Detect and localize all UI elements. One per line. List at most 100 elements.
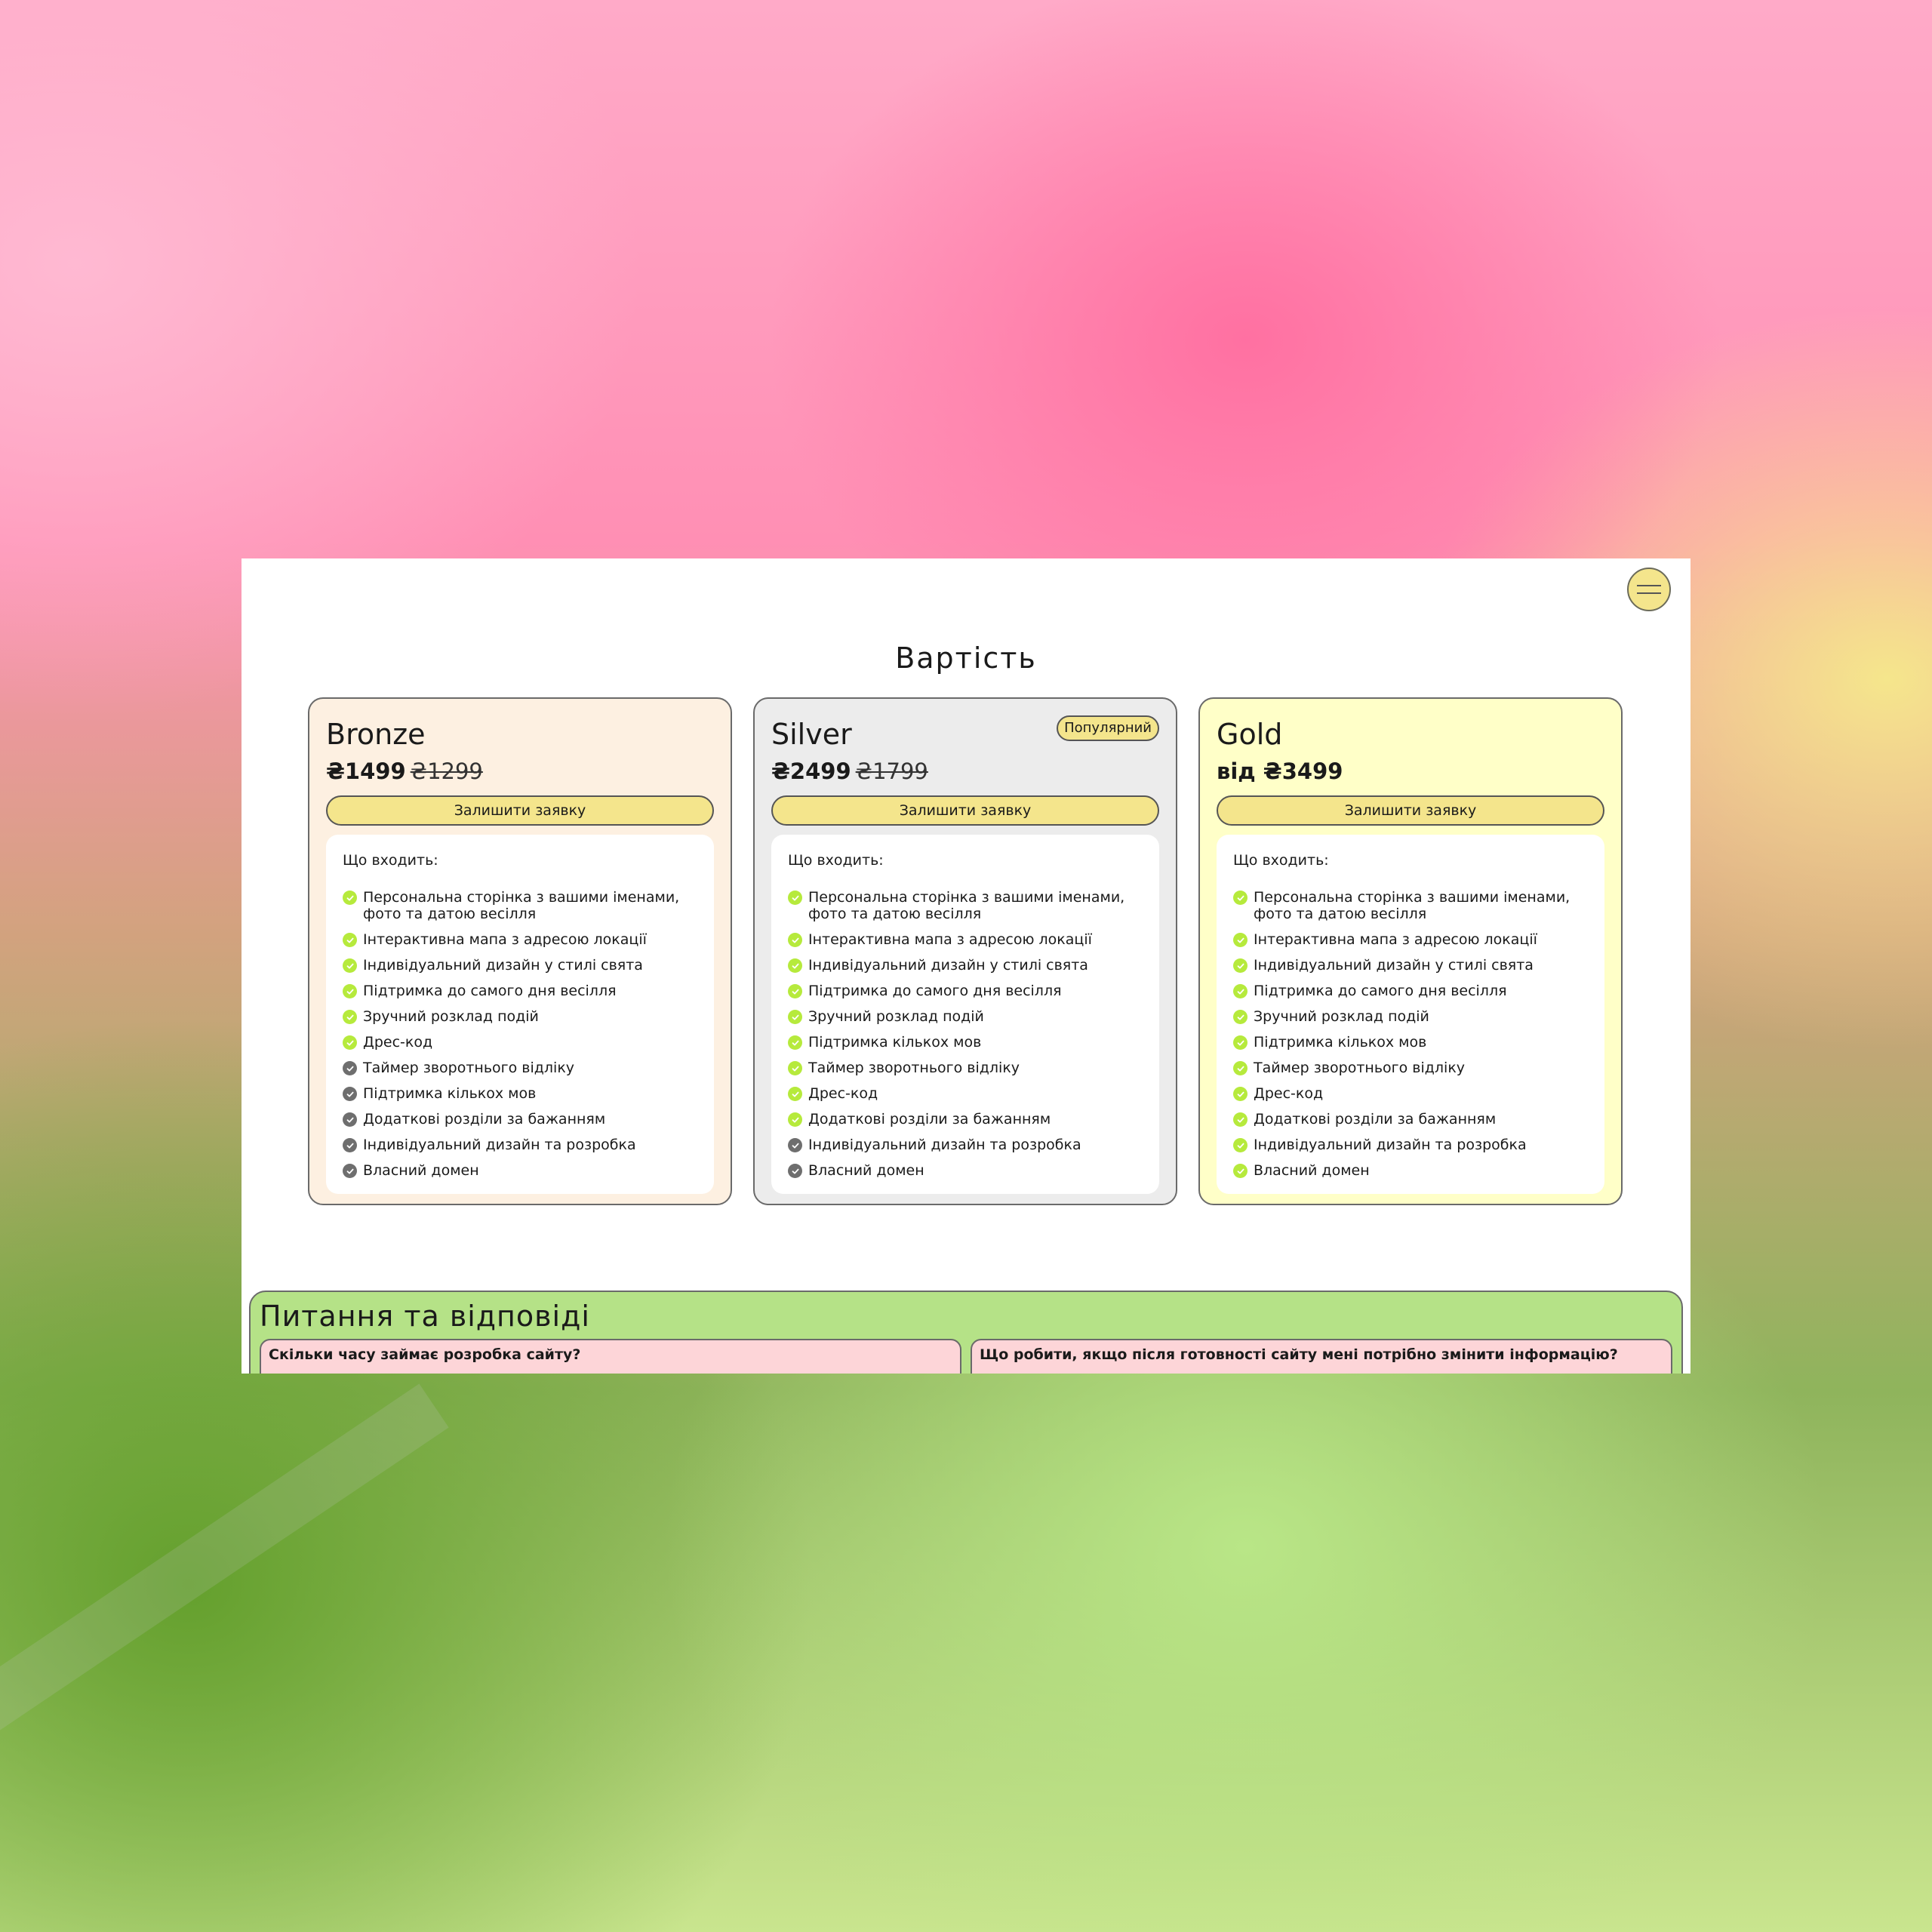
check-included-icon [1233,958,1247,973]
feature-text: Додаткові розділи за бажанням [1254,1111,1497,1128]
feature-item: Інтерактивна мапа з адресою локації [343,931,699,948]
feature-text: Підтримка до самого дня весілля [1254,983,1507,999]
order-button[interactable]: Залишити заявку [326,795,714,826]
check-included-icon [343,984,357,998]
feature-text: Інтерактивна мапа з адресою локації [1254,931,1537,948]
plan-old-price: ₴1799 [855,758,928,784]
check-included-icon [1233,933,1247,947]
menu-button[interactable] [1627,568,1671,611]
feature-item: Додаткові розділи за бажанням [788,1111,1144,1128]
feature-text: Дрес-код [363,1034,433,1051]
feature-text: Власний домен [808,1162,924,1179]
check-included-icon [343,958,357,973]
feature-item: Персональна сторінка з вашими іменами, ф… [788,889,1144,922]
feature-item: Додаткові розділи за бажанням [1233,1111,1589,1128]
feature-text: Підтримка кількох мов [808,1034,982,1051]
feature-item: Дрес-код [343,1034,699,1051]
check-excluded-icon [343,1164,357,1178]
check-excluded-icon [343,1112,357,1127]
feature-text: Індивідуальний дизайн та розробка [808,1137,1081,1153]
check-included-icon [1233,891,1247,905]
feature-item: Таймер зворотнього відліку [343,1060,699,1076]
features-box: Що входить: Персональна сторінка з вашими… [771,835,1159,1194]
check-included-icon [788,958,802,973]
check-excluded-icon [788,1164,802,1178]
feature-item: Зручний розклад подій [343,1008,699,1025]
check-excluded-icon [788,1138,802,1152]
feature-text: Персональна сторінка з вашими іменами, ф… [1254,889,1571,922]
check-included-icon [788,933,802,947]
check-included-icon [1233,1138,1247,1152]
feature-text: Підтримка кількох мов [1254,1034,1427,1051]
feature-item: Таймер зворотнього відліку [1233,1060,1589,1076]
plan-card-gold: Gold від ₴3499 Залишити заявку Що входить: П… [1198,697,1623,1205]
feature-item: Інтерактивна мапа з адресою локації [788,931,1144,948]
check-included-icon [788,1010,802,1024]
hamburger-icon-line [1637,592,1661,594]
feature-text: Підтримка до самого дня весілля [363,983,617,999]
order-button[interactable]: Залишити заявку [1217,795,1604,826]
pricing-title: Вартість [895,641,1037,675]
check-included-icon [788,891,802,905]
feature-text: Індивідуальний дизайн у стилі свята [808,957,1088,974]
feature-item: Підтримка кількох мов [788,1034,1144,1051]
check-excluded-icon [343,1087,357,1101]
feature-text: Індивідуальний дизайн та розробка [363,1137,636,1153]
check-included-icon [788,1035,802,1050]
feature-text: Персональна сторінка з вашими іменами, ф… [808,889,1125,922]
feature-text: Додаткові розділи за бажанням [363,1111,606,1128]
feature-item: Дрес-код [1233,1085,1589,1102]
feature-item: Індивідуальний дизайн у стилі свята [788,957,1144,974]
plan-name: Bronze [326,718,426,751]
feature-item: Зручний розклад подій [788,1008,1144,1025]
feature-item: Індивідуальний дизайн та розробка [788,1137,1144,1153]
check-included-icon [788,1061,802,1075]
feature-list: Персональна сторінка з вашими іменами, ф… [1233,889,1589,1179]
faq-title: Питання та відповіді [260,1300,590,1333]
feature-text: Індивідуальний дизайн у стилі свята [363,957,643,974]
price-row: від ₴3499 [1217,758,1604,785]
faq-item[interactable]: Що робити, якщо після готовності сайту м… [971,1339,1672,1374]
check-excluded-icon [343,1138,357,1152]
check-included-icon [1233,984,1247,998]
feature-item: Власний домен [788,1162,1144,1179]
feature-text: Зручний розклад подій [1254,1008,1429,1025]
pricing-cards: Bronze ₴1499 ₴1299 Залишити заявку Що входит… [308,697,1623,1205]
feature-text: Таймер зворотнього відліку [808,1060,1020,1076]
feature-text: Таймер зворотнього відліку [363,1060,575,1076]
check-included-icon [788,1112,802,1127]
features-title: Що входить: [1233,852,1329,869]
feature-text: Підтримка кількох мов [363,1085,537,1102]
check-included-icon [343,1035,357,1050]
check-included-icon [343,933,357,947]
feature-item: Персональна сторінка з вашими іменами, ф… [343,889,699,922]
check-excluded-icon [343,1061,357,1075]
feature-item: Підтримка кількох мов [343,1085,699,1102]
feature-text: Додаткові розділи за бажанням [808,1111,1051,1128]
faq-item[interactable]: Скільки часу займає розробка сайту? [260,1339,961,1374]
feature-item: Індивідуальний дизайн у стилі свята [343,957,699,974]
feature-text: Дрес-код [1254,1085,1324,1102]
check-included-icon [343,891,357,905]
feature-list: Персональна сторінка з вашими іменами, ф… [788,889,1144,1179]
features-title: Що входить: [343,852,438,869]
feature-item: Зручний розклад подій [1233,1008,1589,1025]
feature-item: Індивідуальний дизайн та розробка [1233,1137,1589,1153]
feature-text: Індивідуальний дизайн та розробка [1254,1137,1527,1153]
check-included-icon [788,1087,802,1101]
check-included-icon [1233,1087,1247,1101]
order-button[interactable]: Залишити заявку [771,795,1159,826]
feature-item: Індивідуальний дизайн у стилі свята [1233,957,1589,974]
check-included-icon [1233,1061,1247,1075]
plan-name: Gold [1217,718,1283,751]
plan-price: від ₴3499 [1217,758,1343,784]
hamburger-icon [1637,585,1661,586]
feature-text: Підтримка до самого дня весілля [808,983,1062,999]
feature-text: Інтерактивна мапа з адресою локації [363,931,647,948]
feature-item: Додаткові розділи за бажанням [343,1111,699,1128]
feature-item: Підтримка кількох мов [1233,1034,1589,1051]
feature-text: Зручний розклад подій [363,1008,539,1025]
faq-list: Скільки часу займає розробка сайту? Що р… [260,1339,1672,1374]
feature-text: Дрес-код [808,1085,878,1102]
plan-price: ₴1499 [326,758,406,784]
